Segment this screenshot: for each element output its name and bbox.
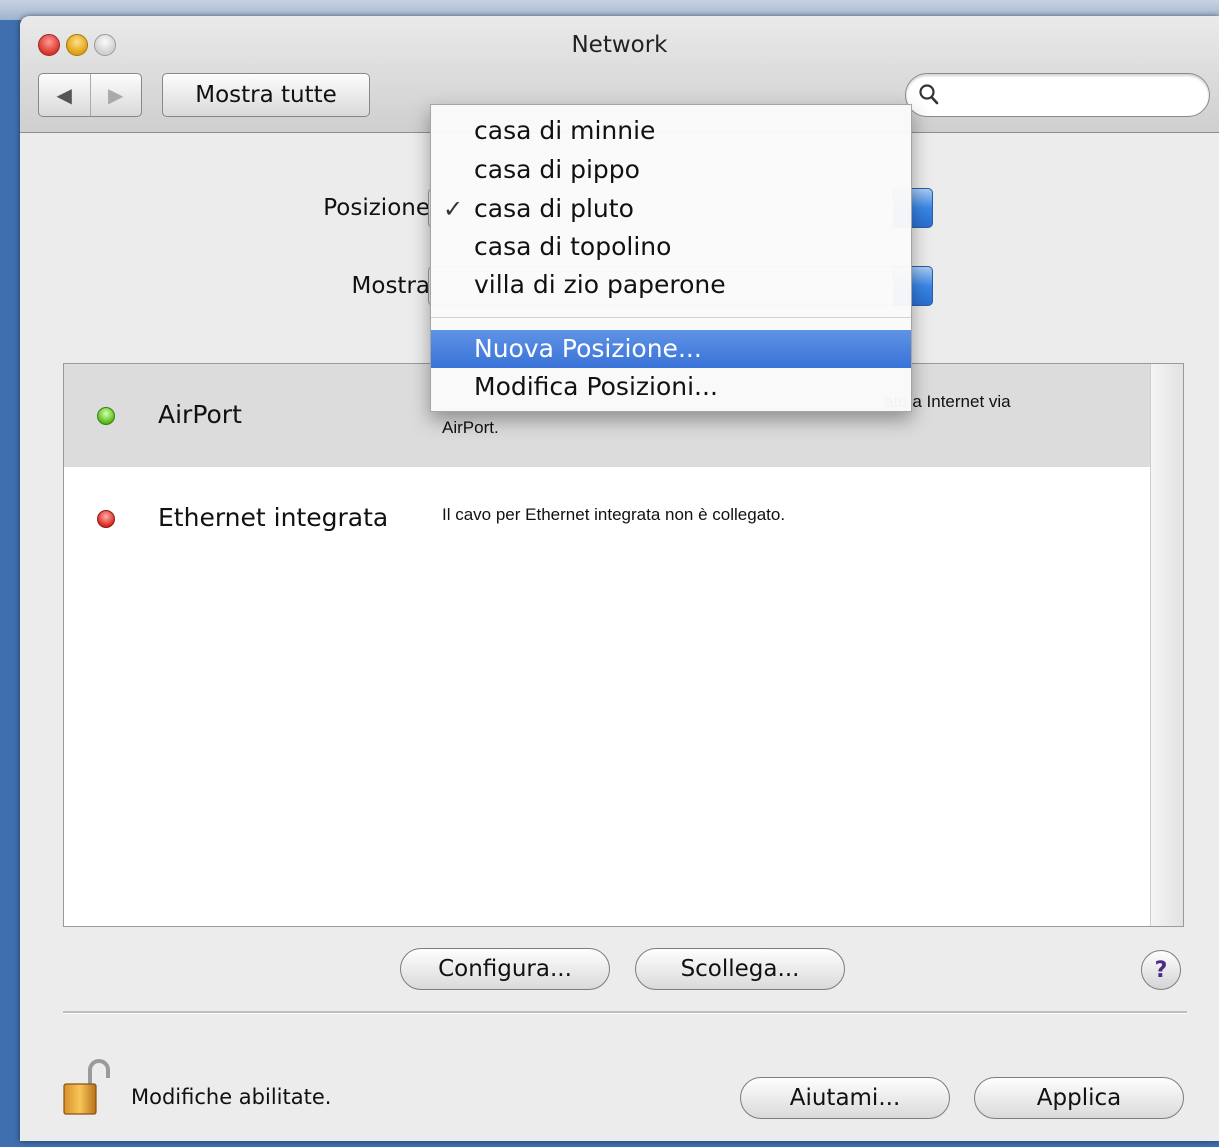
service-status-text: Il cavo per Ethernet integrata non è col…: [442, 505, 786, 524]
search-icon: [919, 84, 939, 105]
service-name: Ethernet integrata: [158, 503, 389, 532]
configure-button[interactable]: Configura...: [400, 948, 610, 990]
back-forward-control: ◀ ▶: [38, 73, 142, 117]
menu-item-label: Modifica Posizioni...: [474, 372, 718, 401]
lock-icon[interactable]: [62, 1058, 112, 1118]
menu-item-label: villa di zio paperone: [474, 270, 726, 299]
menu-item-label: Nuova Posizione...: [474, 334, 702, 363]
forward-arrow-icon[interactable]: ▶: [91, 74, 142, 116]
service-name: AirPort: [158, 400, 242, 429]
service-row-ethernet[interactable]: Ethernet integrata Il cavo per Ethernet …: [64, 467, 1151, 577]
show-label: Mostra: [351, 273, 430, 299]
assist-button[interactable]: Aiutami...: [740, 1077, 950, 1119]
service-status-text-continued: AirPort.: [442, 418, 499, 437]
back-arrow-icon[interactable]: ◀: [39, 74, 91, 116]
status-green-icon: [97, 407, 115, 425]
apply-button[interactable]: Applica: [974, 1077, 1184, 1119]
network-services-list: AirPort ato a Internet via AirPort. Ethe…: [63, 363, 1184, 927]
status-red-icon: [97, 510, 115, 528]
menu-item-edit-locations[interactable]: Modifica Posizioni...: [431, 368, 911, 406]
window-title: Network: [571, 32, 668, 58]
show-all-button[interactable]: Mostra tutte: [162, 73, 370, 117]
search-input[interactable]: [946, 80, 1190, 112]
list-scrollbar[interactable]: [1150, 364, 1183, 926]
position-dropdown-menu: casa di minnie casa di pippo ✓ casa di p…: [430, 104, 912, 412]
menu-item-location[interactable]: casa di pippo: [431, 151, 911, 189]
menu-item-location[interactable]: villa di zio paperone: [431, 266, 911, 304]
menu-item-label: casa di topolino: [474, 232, 672, 261]
help-button[interactable]: ?: [1141, 950, 1181, 990]
divider: [63, 1011, 1187, 1014]
menu-separator: [431, 317, 911, 318]
search-field[interactable]: [905, 73, 1210, 117]
disconnect-button[interactable]: Scollega...: [635, 948, 845, 990]
menu-item-label: casa di pluto: [474, 194, 634, 223]
menu-item-label: casa di pippo: [474, 155, 640, 184]
menu-item-location-selected[interactable]: ✓ casa di pluto: [431, 190, 911, 228]
checkmark-icon: ✓: [443, 195, 464, 223]
menu-item-label: casa di minnie: [474, 116, 656, 145]
menu-item-location[interactable]: casa di minnie: [431, 112, 911, 150]
menu-item-location[interactable]: casa di topolino: [431, 228, 911, 266]
lock-status-text: Modifiche abilitate.: [131, 1085, 332, 1109]
menu-item-new-location[interactable]: Nuova Posizione...: [431, 330, 911, 368]
position-label: Posizione: [323, 195, 430, 221]
